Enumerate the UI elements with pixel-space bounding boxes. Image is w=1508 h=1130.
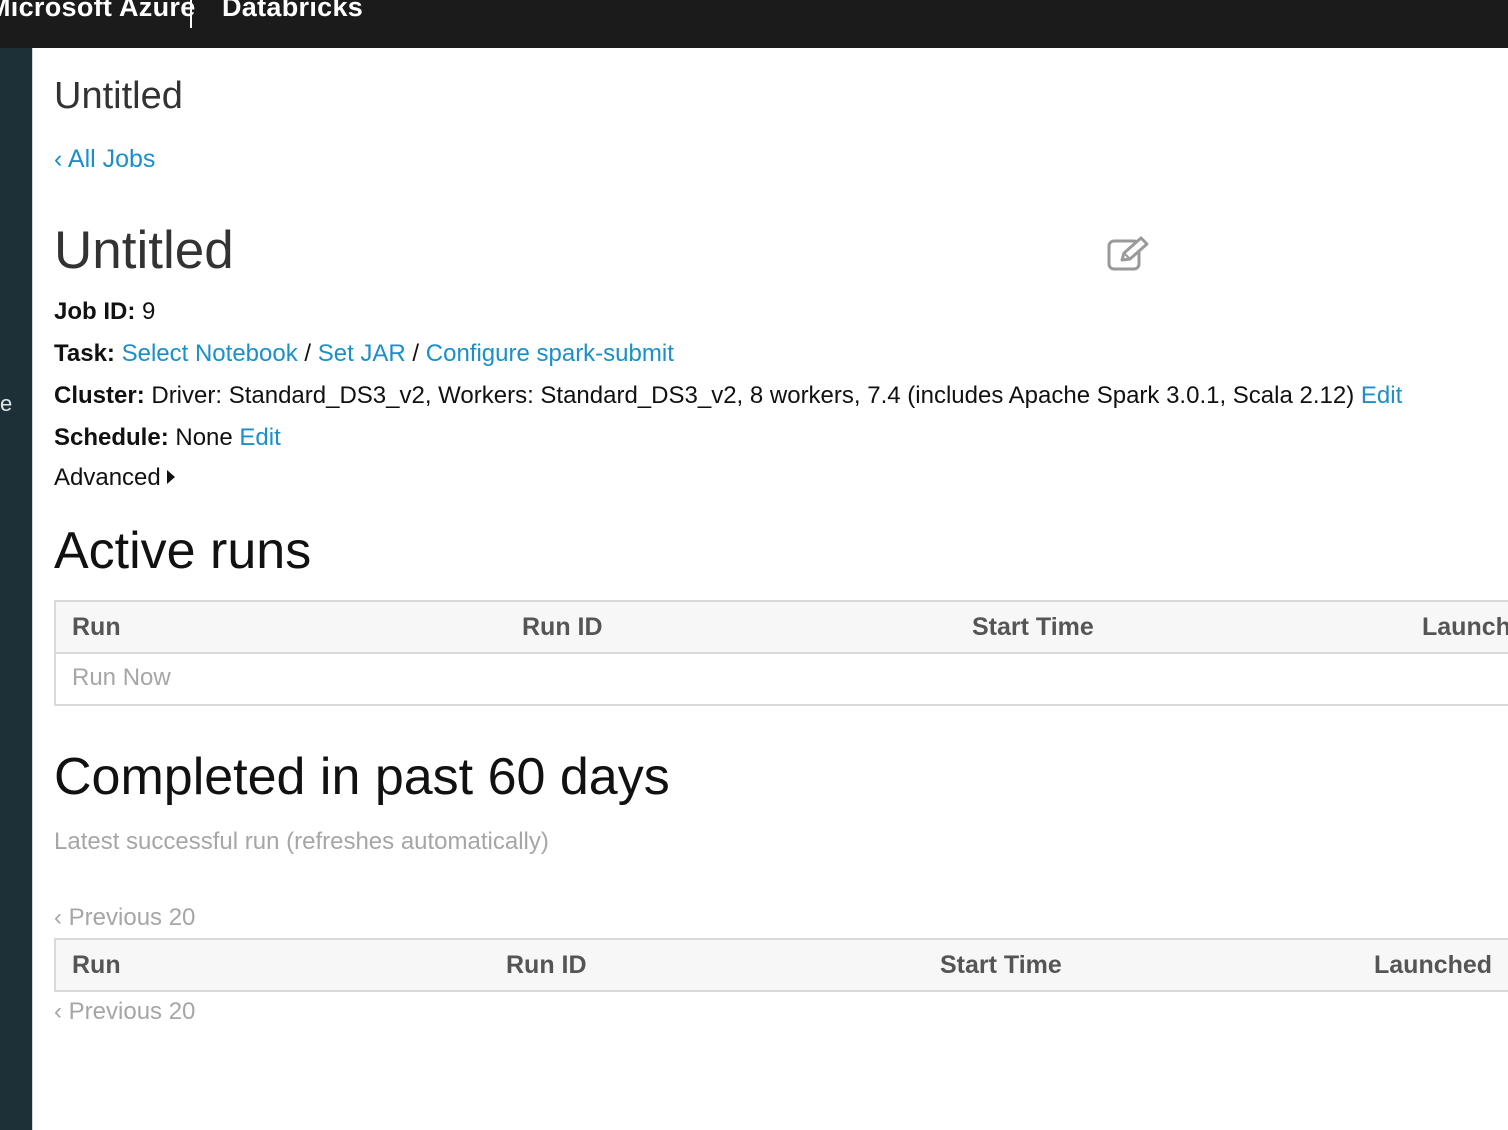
task-separator: / — [297, 340, 318, 367]
job-details-content: Untitled ‹ All Jobs Untitled Job ID: 9 T… — [54, 48, 1508, 1130]
advanced-toggle[interactable]: Advanced — [54, 464, 175, 492]
configure-spark-submit-link[interactable]: Configure spark-submit — [426, 340, 674, 367]
completed-runs-table: Run Run ID Start Time Launched — [54, 938, 1508, 992]
column-header-run[interactable]: Run — [72, 613, 121, 642]
cluster-row: Cluster: Driver: Standard_DS3_v2, Worker… — [54, 382, 1402, 410]
latest-run-note: Latest successful run (refreshes automat… — [54, 828, 549, 855]
breadcrumb-title: Untitled — [54, 75, 183, 117]
table-header: Run Run ID Start Time Launched — [56, 940, 1508, 990]
column-header-run-id[interactable]: Run ID — [506, 951, 587, 980]
caret-right-icon — [166, 470, 175, 484]
edit-pencil-icon[interactable] — [1107, 236, 1151, 272]
task-row: Task: Select Notebook / Set JAR / Config… — [54, 340, 674, 368]
column-header-launched[interactable]: Launched — [1374, 951, 1492, 980]
job-id-label: Job ID: — [54, 298, 136, 325]
schedule-row: Schedule: None Edit — [54, 424, 281, 452]
run-now-link[interactable]: Run Now — [72, 664, 171, 692]
previous-20-link-bottom[interactable]: ‹ Previous 20 — [54, 998, 195, 1026]
job-id-value: 9 — [142, 298, 156, 325]
cluster-value: Driver: Standard_DS3_v2, Workers: Standa… — [151, 382, 1355, 409]
product-name[interactable]: Databricks — [222, 0, 363, 23]
column-header-start-time[interactable]: Start Time — [972, 613, 1094, 642]
column-header-launched[interactable]: Launched — [1422, 613, 1508, 642]
job-id-row: Job ID: 9 — [54, 298, 155, 326]
top-navigation-bar: Microsoft Azure Databricks — [0, 0, 1508, 48]
schedule-edit-link[interactable]: Edit — [239, 424, 280, 451]
schedule-label: Schedule: — [54, 424, 169, 451]
all-jobs-link[interactable]: ‹ All Jobs — [54, 145, 155, 174]
table-header: Run Run ID Start Time Launched — [56, 602, 1508, 654]
schedule-value: None — [175, 424, 233, 451]
set-jar-link[interactable]: Set JAR — [318, 340, 406, 367]
task-label: Task: — [54, 340, 115, 367]
active-runs-table: Run Run ID Start Time Launched Run Now — [54, 600, 1508, 706]
cluster-label: Cluster: — [54, 382, 145, 409]
brand-name[interactable]: Microsoft Azure — [0, 0, 196, 23]
active-runs-heading: Active runs — [54, 522, 312, 580]
column-header-start-time[interactable]: Start Time — [940, 951, 1062, 980]
previous-20-link-top[interactable]: ‹ Previous 20 — [54, 904, 195, 932]
select-notebook-link[interactable]: Select Notebook — [122, 340, 298, 367]
column-header-run-id[interactable]: Run ID — [522, 613, 603, 642]
brand-divider — [190, 0, 192, 28]
cluster-edit-link[interactable]: Edit — [1361, 382, 1402, 409]
left-sidebar: e — [0, 48, 33, 1130]
task-separator: / — [405, 340, 426, 367]
job-title: Untitled — [54, 221, 234, 280]
column-header-run[interactable]: Run — [72, 951, 121, 980]
table-row: Run Now — [56, 654, 1508, 704]
completed-runs-heading: Completed in past 60 days — [54, 748, 670, 806]
sidebar-label-fragment[interactable]: e — [0, 391, 12, 417]
advanced-label: Advanced — [54, 464, 161, 491]
